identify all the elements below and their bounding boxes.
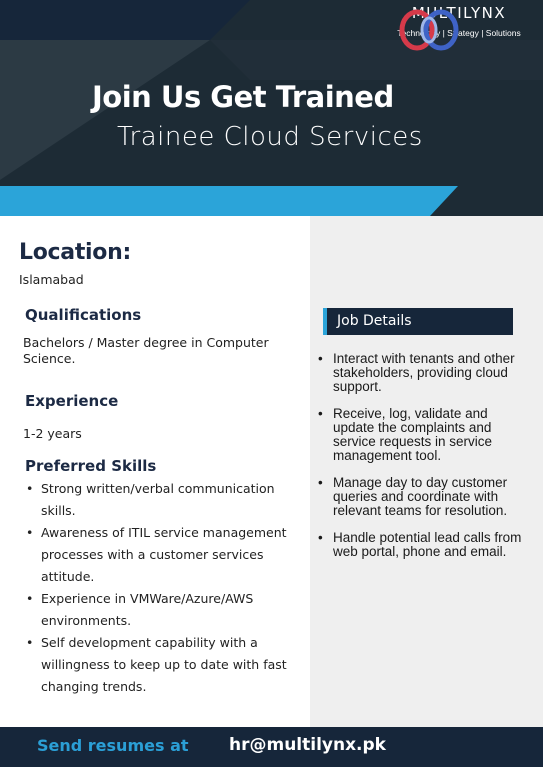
company-logo: MULTILYNX Technology | Strategy | Soluti… — [393, 4, 525, 51]
list-item: Handle potential lead calls from web por… — [318, 531, 532, 559]
send-resumes-label: Send resumes at — [37, 736, 189, 755]
preferred-skills-list: Strong written/verbal communication skil… — [24, 478, 304, 698]
job-details-list: Interact with tenants and other stakehol… — [318, 352, 532, 572]
qualifications-heading: Qualifications — [25, 306, 142, 324]
experience-text: 1-2 years — [23, 426, 82, 441]
footer-bar: Send resumes at hr@multilynx.pk — [0, 727, 543, 767]
logo-emblem-icon — [399, 9, 459, 51]
list-item: Interact with tenants and other stakehol… — [318, 352, 532, 394]
list-item: Receive, log, validate and update the co… — [318, 407, 532, 463]
list-item: Experience in VMWare/Azure/AWS environme… — [24, 588, 304, 632]
job-details-heading: Job Details — [337, 313, 412, 329]
hero-banner: MULTILYNX Technology | Strategy | Soluti… — [0, 0, 543, 216]
list-item: Self development capability with a willi… — [24, 632, 304, 698]
contact-email-link[interactable]: hr@multilynx.pk — [229, 735, 386, 755]
list-item: Strong written/verbal communication skil… — [24, 478, 304, 522]
experience-heading: Experience — [25, 392, 119, 410]
location-heading: Location: — [19, 240, 131, 265]
location-value: Islamabad — [19, 272, 84, 287]
list-item: Awareness of ITIL service management pro… — [24, 522, 304, 588]
page-title: Join Us Get Trained — [92, 80, 394, 114]
job-title: Trainee Cloud Services — [117, 122, 423, 152]
list-item: Manage day to day customer queries and c… — [318, 476, 532, 518]
qualifications-text: Bachelors / Master degree in Computer Sc… — [23, 335, 269, 366]
preferred-skills-heading: Preferred Skills — [25, 457, 157, 475]
job-details-header: Job Details — [323, 308, 513, 335]
